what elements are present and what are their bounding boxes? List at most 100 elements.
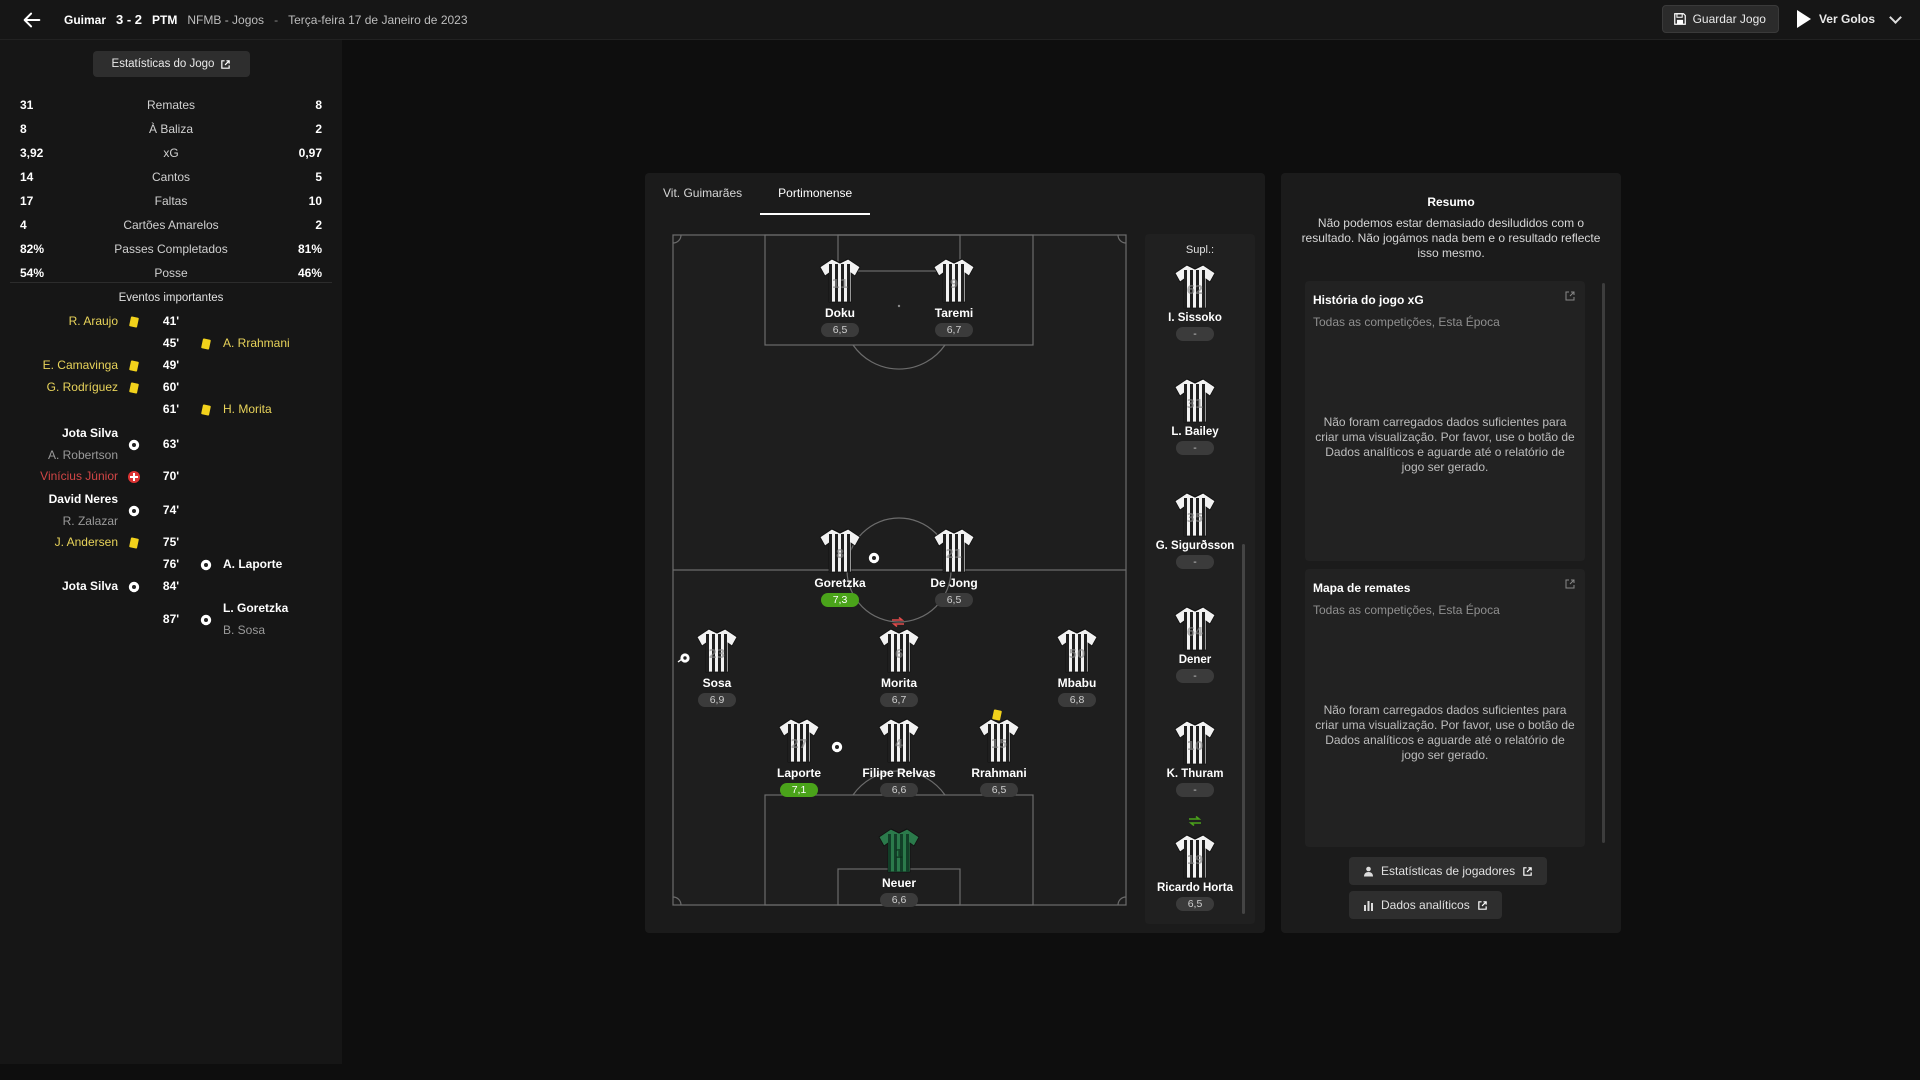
event-item: R. Araujo [69, 314, 118, 328]
analytics-label: Dados analíticos [1381, 898, 1470, 912]
event-assist: R. Zalazar [63, 514, 118, 528]
stat-label: À Baliza [148, 122, 194, 136]
top-bar: Guimar 3 - 2 PTM NFMB - Jogos - Terça-fe… [0, 0, 1920, 40]
event-minute: 84' [162, 579, 180, 593]
stat-label: Passes Completados [114, 242, 228, 256]
player-relvas[interactable]: 4 Filipe Relvas 6,6 [849, 716, 949, 798]
away-team-name: PTM [152, 12, 178, 27]
bench-player[interactable]: 35 G. Sigurðsson - [1145, 490, 1245, 570]
event-minute: 61' [162, 402, 180, 416]
stat-row: 8 À Baliza 2 [20, 117, 322, 141]
event-player-name[interactable]: H. Morita [223, 402, 272, 416]
yellow-card-icon [129, 360, 139, 372]
event-player-name[interactable]: David Neres [49, 492, 118, 506]
player-name: Sosa [702, 676, 732, 690]
event-player-name[interactable]: E. Camavinga [43, 358, 118, 372]
bench-scrollbar[interactable] [1242, 544, 1245, 914]
goal-ball-icon [831, 741, 843, 753]
player-name: Taremi [934, 306, 974, 320]
expand-icon[interactable] [1565, 579, 1575, 589]
player-goretzka[interactable]: 8 Goretzka 7,3 [790, 526, 890, 608]
bench-player[interactable]: 19 Ricardo Horta 6,5 [1145, 832, 1245, 912]
expand-icon[interactable] [1565, 291, 1575, 301]
player-stats-button[interactable]: Estatísticas de jogadores [1349, 857, 1548, 885]
event-item: G. Rodríguez [47, 380, 118, 394]
player-neuer[interactable]: 1 Neuer 6,6 [849, 826, 949, 908]
shirt-icon: 62 [1174, 264, 1216, 309]
back-button[interactable] [0, 0, 64, 40]
save-match-button[interactable]: Guardar Jogo [1661, 5, 1779, 33]
stat-row: 31 Remates 8 [20, 93, 322, 117]
floppy-disk-icon [1673, 13, 1686, 25]
player-doku[interactable]: 11 Doku 6,5 [790, 256, 890, 338]
stat-away-value: 10 [308, 194, 322, 208]
shirt-icon: 4 [878, 718, 920, 763]
competition-name[interactable]: NFMB - Jogos [187, 13, 264, 27]
event-assist-name[interactable]: R. Zalazar [63, 514, 118, 528]
stat-label: xG [163, 146, 179, 160]
event-player-name[interactable]: A. Rrahmani [223, 336, 290, 350]
bench-player[interactable]: 62 I. Sissoko - [1145, 262, 1245, 342]
event-item: H. Morita [223, 402, 272, 416]
player-rrahmani[interactable]: 15 Rrahmani 6,5 [949, 716, 1049, 798]
shirt-icon: 9 [933, 258, 975, 303]
stat-label: Faltas [154, 194, 188, 208]
player-laporte[interactable]: 27 Laporte 7,1 [749, 716, 849, 798]
player-name: Rrahmani [971, 766, 1027, 780]
event-player-name[interactable]: Jota Silva [62, 579, 118, 593]
analytics-button[interactable]: Dados analíticos [1349, 891, 1502, 919]
summary-scrollbar[interactable] [1602, 283, 1605, 843]
player-rating: 7,1 [780, 783, 818, 797]
assist-icon [677, 653, 690, 663]
shirt-icon: 35 [1174, 492, 1216, 537]
stat-home-value: 3,92 [20, 146, 44, 160]
card-message: Não foram carregados dados suficientes p… [1315, 415, 1575, 474]
player-morita[interactable]: 6 Morita 6,7 [849, 626, 949, 708]
match-header: Guimar 3 - 2 PTM NFMB - Jogos - Terça-fe… [64, 12, 468, 27]
bar-chart-icon [1364, 900, 1373, 911]
event-player-name[interactable]: A. Laporte [223, 557, 282, 571]
yellow-card-icon [201, 338, 211, 350]
event-assist-name[interactable]: B. Sosa [223, 623, 265, 637]
external-link-icon [1523, 866, 1532, 876]
stat-home-value: 14 [20, 170, 34, 184]
player-rating: - [1176, 669, 1214, 683]
bench-player[interactable]: 64 Dener - [1145, 604, 1245, 684]
stat-home-value: 8 [20, 122, 27, 136]
player-dejong[interactable]: 21 De Jong 6,5 [904, 526, 1004, 608]
player-rating: 6,9 [698, 693, 736, 707]
bench-player[interactable]: 10 K. Thuram - [1145, 718, 1245, 798]
player-taremi[interactable]: 9 Taremi 6,7 [904, 256, 1004, 338]
event-assist-name[interactable]: A. Robertson [48, 448, 118, 462]
stat-label: Cantos [151, 170, 191, 184]
event-player-name[interactable]: R. Araujo [69, 314, 118, 328]
event-player-name[interactable]: G. Rodríguez [47, 380, 118, 394]
summary-title: Resumo [1427, 195, 1475, 209]
svg-text:21: 21 [946, 547, 963, 561]
player-name: Goretzka [814, 576, 866, 590]
yellow-card-icon [201, 404, 211, 416]
tab-portimonense[interactable]: Portimonense [760, 173, 871, 215]
event-minute: 74' [162, 503, 180, 517]
shirt-icon: 31 [1174, 378, 1216, 423]
event-player-name[interactable]: Vinícius Júnior [40, 469, 118, 483]
bench: Supl.: 62 I. Sissoko - 31 L. Bailey - 35 G. Sig… [1145, 234, 1255, 924]
match-stats-button[interactable]: Estatísticas do Jogo [93, 51, 250, 77]
event-player-name[interactable]: J. Andersen [55, 535, 118, 549]
player-sosa[interactable]: 23 Sosa 6,9 [667, 626, 767, 708]
bench-player[interactable]: 31 L. Bailey - [1145, 376, 1245, 456]
chevron-down-icon[interactable] [1889, 10, 1902, 24]
player-mbabu[interactable]: 50 Mbabu 6,8 [1027, 626, 1127, 708]
event-player-name[interactable]: Jota Silva [62, 426, 118, 440]
stat-row: 82% Passes Completados 81% [20, 237, 322, 261]
yellow-card-icon [129, 382, 139, 394]
tab-vit-guimaraes[interactable]: Vit. Guimarães [645, 173, 760, 213]
match-stats-panel: Estatísticas do Jogo 31 Remates 8 8 À Baliza… [0, 40, 342, 1064]
shirt-icon: 10 [1174, 720, 1216, 765]
event-player-name[interactable]: L. Goretzka [223, 601, 288, 615]
goal-ball-icon [128, 505, 140, 517]
player-name: Morita [881, 676, 917, 690]
view-goals-button[interactable]: Ver Golos [1791, 5, 1906, 33]
summary-text: Não podemos estar demasiado desiludidos … [1301, 216, 1601, 260]
player-name: Dener [1178, 654, 1212, 666]
